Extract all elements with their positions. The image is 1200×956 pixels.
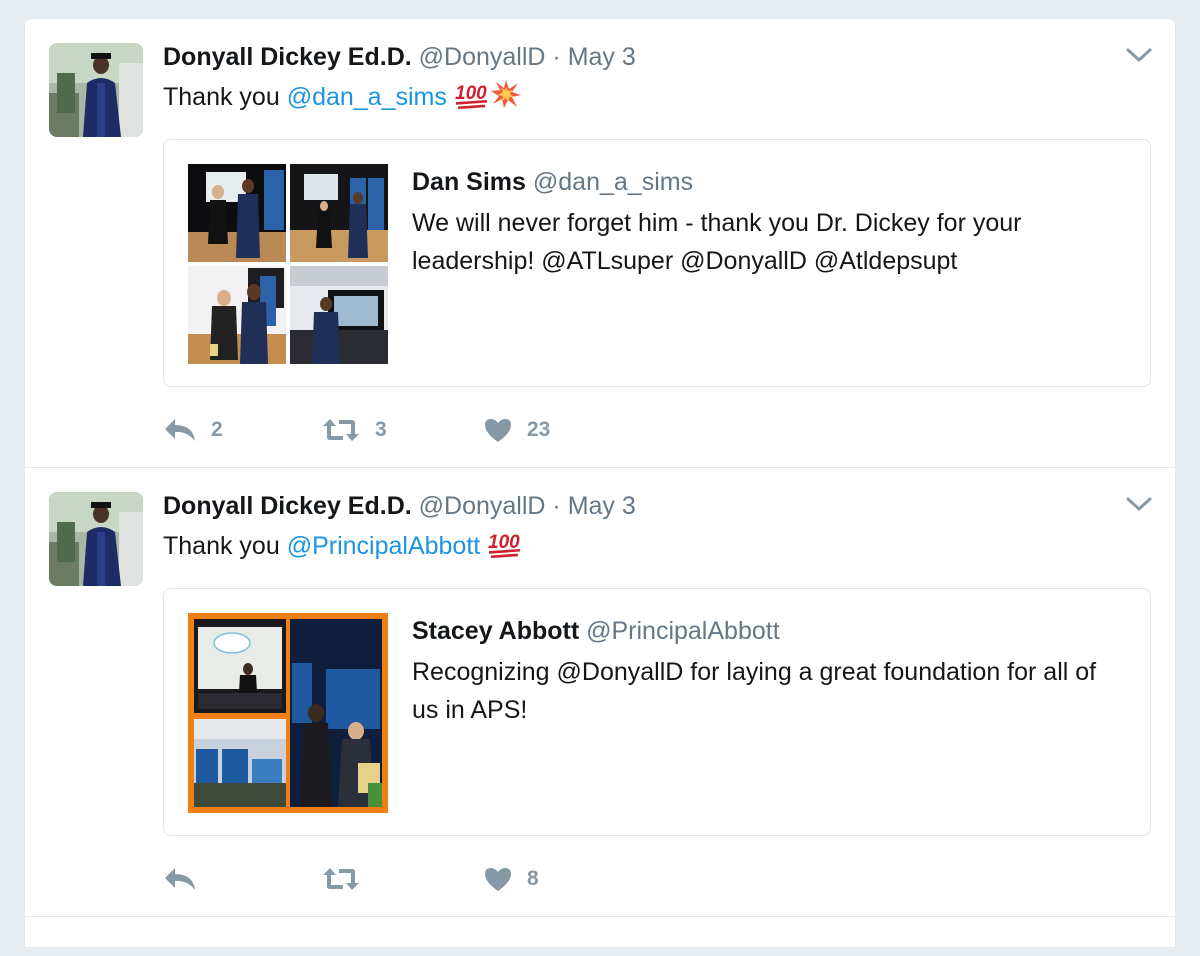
tweet[interactable]: Donyall Dickey Ed.D. @DonyallD · May 3 T… [25, 468, 1175, 917]
quoted-media-collage[interactable] [188, 613, 388, 813]
like-button[interactable]: 23 [483, 415, 550, 445]
reply-button[interactable] [163, 864, 211, 894]
reply-icon [165, 868, 195, 890]
retweet-icon [323, 419, 359, 441]
timestamp[interactable]: May 3 [568, 492, 636, 520]
quoted-tweet[interactable]: Stacey Abbott @PrincipalAbbott Recognizi… [163, 588, 1151, 836]
avatar[interactable] [49, 492, 143, 586]
retweet-icon [323, 868, 359, 890]
tweet-text: Thank you @PrincipalAbbott 100 [163, 528, 523, 566]
quoted-fullname[interactable]: Dan Sims [412, 168, 526, 196]
tweet[interactable]: Donyall Dickey Ed.D. @DonyallD · May 3 T… [25, 19, 1175, 468]
tweet-header: Donyall Dickey Ed.D. @DonyallD · May 3 [163, 41, 636, 73]
username[interactable]: @DonyallD [419, 43, 546, 71]
tweet-header: Donyall Dickey Ed.D. @DonyallD · May 3 [163, 490, 636, 522]
like-button[interactable]: 8 [483, 864, 539, 894]
reply-count: 2 [211, 418, 223, 441]
retweet-button[interactable]: 3 [321, 415, 387, 445]
quoted-username[interactable]: @dan_a_sims [533, 168, 693, 196]
heart-icon [485, 419, 511, 442]
tweet-actions: 8 [163, 864, 863, 894]
collision-emoji [490, 79, 522, 117]
tweet-actions: 2 3 23 [163, 415, 863, 445]
retweet-button[interactable] [321, 864, 375, 894]
reply-button[interactable]: 2 [163, 415, 223, 445]
quoted-text: Recognizing @DonyallD for laying a great… [412, 658, 1097, 724]
tweet-text: Thank you @dan_a_sims 100 [163, 79, 522, 117]
quoted-fullname[interactable]: Stacey Abbott [412, 617, 579, 645]
mention-link[interactable]: @dan_a_sims [287, 83, 447, 111]
timeline: Donyall Dickey Ed.D. @DonyallD · May 3 T… [24, 18, 1176, 948]
quoted-media-collage[interactable] [188, 164, 388, 364]
reply-icon [165, 419, 195, 441]
username[interactable]: @DonyallD [419, 492, 546, 520]
hundred-points-emoji: 100 [487, 528, 523, 566]
chevron-down-icon[interactable] [1125, 494, 1153, 514]
timestamp[interactable]: May 3 [568, 43, 636, 71]
quoted-username[interactable]: @PrincipalAbbott [586, 617, 780, 645]
heart-icon [485, 868, 511, 891]
quoted-tweet[interactable]: Dan Sims @dan_a_sims We will never forge… [163, 139, 1151, 387]
chevron-down-icon[interactable] [1125, 45, 1153, 65]
fullname[interactable]: Donyall Dickey Ed.D. [163, 492, 412, 520]
next-tweet-edge [25, 916, 1175, 956]
avatar[interactable] [49, 43, 143, 137]
quoted-author: Dan Sims @dan_a_sims [412, 166, 693, 198]
tweet-text-prefix: Thank you [163, 532, 287, 560]
mention-link[interactable]: @PrincipalAbbott [287, 532, 481, 560]
retweet-count: 3 [375, 418, 387, 441]
quoted-text: We will never forget him - thank you Dr.… [412, 209, 1022, 275]
fullname[interactable]: Donyall Dickey Ed.D. [163, 43, 412, 71]
tweet-text-prefix: Thank you [163, 83, 287, 111]
quoted-author: Stacey Abbott @PrincipalAbbott [412, 615, 780, 647]
like-count: 8 [527, 867, 539, 890]
separator-dot: · [552, 492, 561, 520]
separator-dot: · [552, 43, 561, 71]
hundred-points-emoji: 100 [454, 79, 490, 117]
like-count: 23 [527, 418, 551, 441]
